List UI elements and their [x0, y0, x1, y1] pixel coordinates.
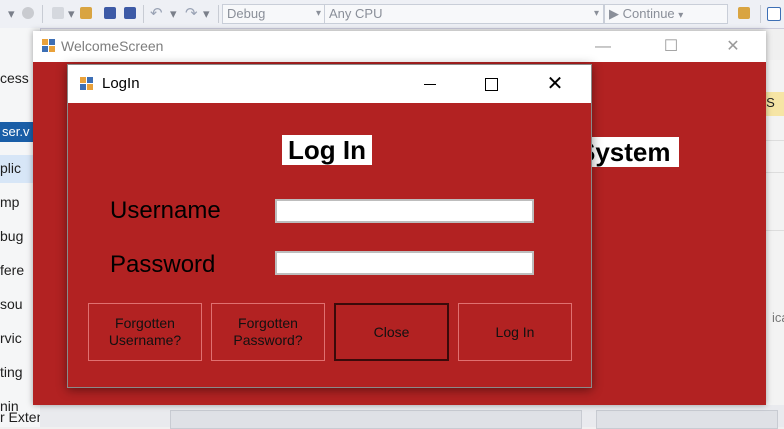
bottom-strip — [40, 405, 784, 429]
forgotten-password-button[interactable]: Forgotten Password? — [211, 303, 325, 361]
chevron-down-icon: ▾ — [593, 8, 599, 19]
redo-icon[interactable]: ↷ — [185, 5, 198, 23]
continue-button[interactable]: ▶ Continue ▾ — [604, 4, 728, 24]
username-label: Username — [110, 197, 221, 224]
close-button[interactable]: ✕ — [710, 31, 756, 62]
password-field[interactable] — [275, 251, 534, 275]
window-title: WelcomeScreen — [61, 38, 164, 54]
minimize-button[interactable] — [405, 65, 455, 103]
maximize-button[interactable] — [466, 65, 516, 103]
circle-icon[interactable] — [22, 7, 34, 19]
dropdown-arrow-icon[interactable]: ▾ — [170, 5, 177, 23]
dialog-title: LogIn — [102, 75, 140, 92]
minimize-icon — [424, 84, 436, 86]
platform-value: Any CPU — [329, 6, 383, 21]
chevron-down-icon: ▾ — [315, 8, 321, 19]
config-dropdown[interactable]: Debug ▾ — [222, 4, 326, 24]
close-dialog-button[interactable]: Close — [334, 303, 449, 361]
undo-icon[interactable]: ↶ — [150, 5, 163, 23]
vs-toolbar: ▾ ▾ ↶ ▾ ↷ ▾ Debug ▾ Any CPU ▾ ▶ Continue… — [0, 0, 784, 29]
username-field[interactable] — [275, 199, 534, 223]
toolbar-icon[interactable] — [767, 7, 781, 21]
save-all-icon[interactable] — [124, 7, 136, 19]
forgotten-username-button[interactable]: Forgotten Username? — [88, 303, 202, 361]
config-value: Debug — [227, 6, 266, 21]
login-heading: Log In — [282, 135, 372, 165]
continue-label: Continue — [622, 6, 675, 21]
dropdown-arrow-icon[interactable]: ▾ — [68, 5, 75, 23]
minimize-button[interactable]: — — [580, 31, 626, 62]
panel-text: ica — [772, 310, 784, 325]
app-icon — [42, 39, 56, 53]
browser-icon[interactable] — [738, 7, 750, 19]
dropdown-arrow-icon[interactable]: ▾ — [203, 5, 210, 23]
login-titlebar[interactable]: LogIn ✕ — [68, 65, 591, 103]
password-label: Password — [110, 251, 216, 278]
system-label: System — [578, 137, 679, 167]
login-dialog: LogIn ✕ Log In Username Password Forgott… — [67, 64, 592, 388]
welcome-titlebar[interactable]: WelcomeScreen — ☐ ✕ — [33, 31, 766, 62]
new-file-icon[interactable] — [52, 7, 64, 19]
save-icon[interactable] — [104, 7, 116, 19]
chevron-down-icon: ▾ — [678, 10, 684, 21]
maximize-button[interactable]: ☐ — [648, 31, 694, 62]
maximize-icon — [484, 78, 498, 92]
close-button[interactable]: ✕ — [530, 65, 580, 103]
play-icon: ▶ — [609, 6, 619, 21]
open-folder-icon[interactable] — [80, 7, 92, 19]
panel-tab-label: ser.v — [2, 124, 30, 139]
dropdown-arrow-icon[interactable]: ▾ — [8, 5, 15, 23]
platform-dropdown[interactable]: Any CPU ▾ — [324, 4, 604, 24]
app-icon — [80, 77, 94, 91]
login-button[interactable]: Log In — [458, 303, 572, 361]
